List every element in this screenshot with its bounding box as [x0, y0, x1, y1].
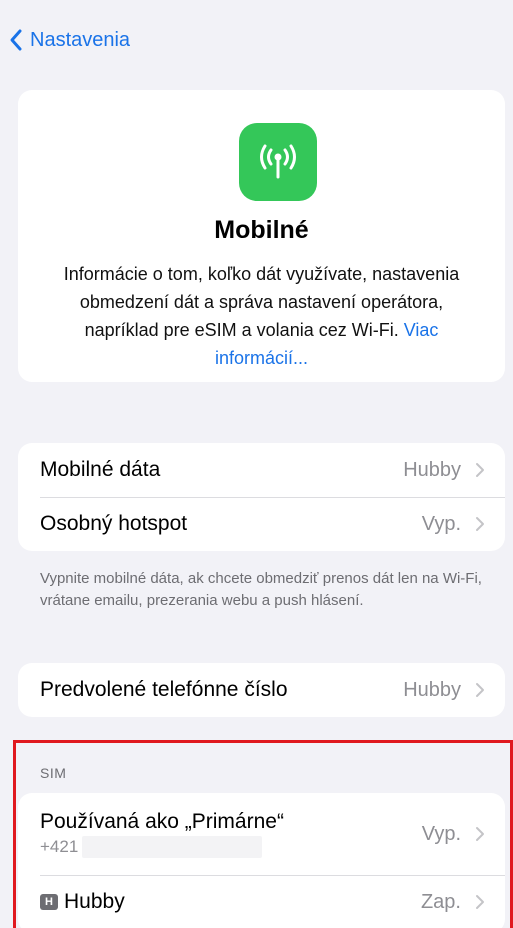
mobile-data-row[interactable]: Mobilné dáta Hubby — [18, 443, 505, 497]
antenna-icon — [239, 123, 317, 201]
default-number-label: Predvolené telefónne číslo — [40, 678, 288, 701]
info-description: Informácie o tom, koľko dát využívate, n… — [48, 260, 475, 372]
mobile-data-group: Mobilné dáta Hubby Osobný hotspot Vyp. — [18, 443, 505, 551]
info-card: Mobilné Informácie o tom, koľko dát využ… — [18, 90, 505, 382]
sim-section-header: SIM — [40, 765, 67, 781]
mobile-data-value: Hubby — [403, 458, 461, 481]
default-number-row[interactable]: Predvolené telefónne číslo Hubby — [18, 663, 505, 717]
chevron-right-icon — [476, 683, 484, 697]
sim-group: Používaná ako „Primárne“ +421 Vyp. H Hub… — [18, 793, 505, 928]
chevron-right-icon — [476, 827, 484, 841]
primary-line-value: Vyp. — [421, 822, 461, 845]
page-title: Mobilné — [214, 216, 309, 244]
personal-hotspot-value: Vyp. — [421, 512, 461, 535]
hubby-sim-value: Zap. — [420, 890, 461, 913]
chevron-right-icon — [476, 895, 484, 909]
back-label: Nastavenia — [30, 28, 131, 51]
chevron-right-icon — [476, 517, 484, 531]
default-number-value: Hubby — [403, 678, 461, 701]
sim-badge-icon: H — [40, 894, 58, 910]
redacted-number — [82, 836, 263, 858]
default-number-group: Predvolené telefónne číslo Hubby — [18, 663, 505, 717]
info-text: Informácie o tom, koľko dát využívate, n… — [63, 264, 460, 340]
chevron-right-icon — [476, 463, 484, 477]
hubby-sim-row[interactable]: H Hubby Zap. — [18, 875, 505, 928]
hubby-sim-label: Hubby — [64, 890, 125, 913]
primary-line-row[interactable]: Používaná ako „Primárne“ +421 Vyp. — [18, 793, 505, 875]
chevron-left-icon — [10, 29, 22, 51]
navigation-bar: Nastavenia — [0, 0, 513, 80]
primary-line-label: Používaná ako „Primárne“ — [40, 810, 284, 833]
personal-hotspot-row[interactable]: Osobný hotspot Vyp. — [18, 497, 505, 551]
mobile-data-label: Mobilné dáta — [40, 458, 161, 481]
mobile-data-footnote: Vypnite mobilné dáta, ak chcete obmedziť… — [40, 570, 482, 609]
personal-hotspot-label: Osobný hotspot — [40, 512, 188, 535]
phone-number-prefix: +421 — [40, 837, 79, 856]
back-button[interactable]: Nastavenia — [8, 24, 130, 56]
